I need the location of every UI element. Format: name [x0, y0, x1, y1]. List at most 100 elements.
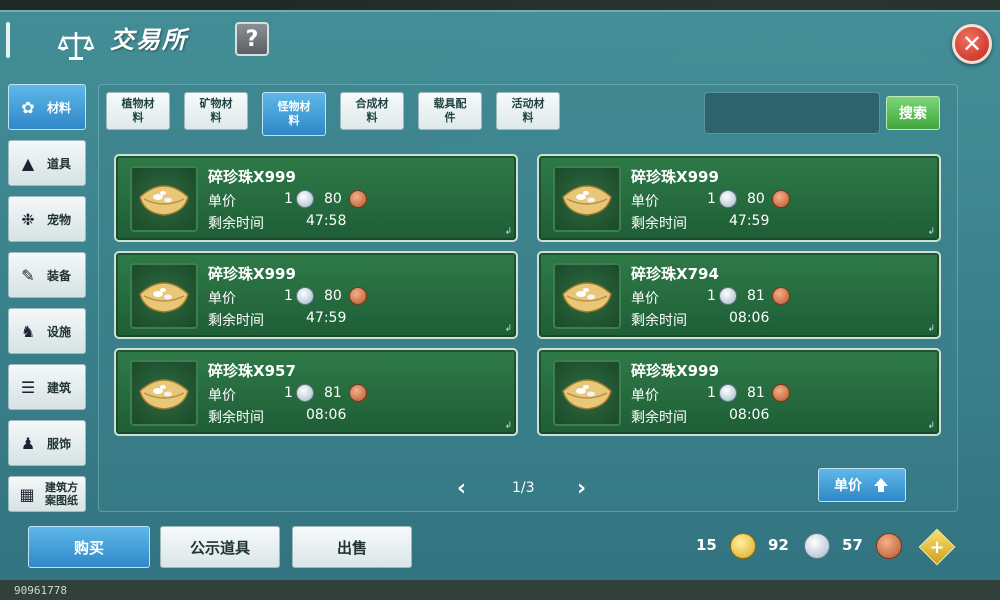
subcategory-tabs: 植物材料 矿物材料 怪物材料 合成材料 载具配件 活动材料	[106, 92, 560, 136]
sidebar-item-materials[interactable]: ✿ 材料	[8, 84, 86, 130]
corner-mark-icon: ↲	[504, 227, 512, 237]
remaining-time: 47:59	[306, 310, 347, 326]
sidebar-item-label: 设施	[47, 324, 72, 339]
window-title: 交易所	[110, 26, 188, 54]
flask-icon: ▲	[21, 153, 35, 173]
gold-coin-icon	[730, 533, 756, 559]
blueprint-icon: ▦	[19, 484, 35, 504]
copper-coin-icon	[349, 384, 367, 402]
unit-price-label: 单价	[631, 291, 659, 307]
prev-page-button[interactable]: ‹	[457, 476, 466, 501]
title-accent-bar	[6, 22, 10, 58]
facility-icon: ♞	[20, 321, 36, 341]
publish-items-button[interactable]: 公示道具	[160, 526, 280, 568]
item-name: 碎珍珠X794	[631, 265, 719, 283]
equipment-icon: ✎	[21, 265, 35, 285]
copper-price: 80	[324, 191, 342, 207]
sell-button[interactable]: 出售	[292, 526, 412, 568]
tab-plant-materials[interactable]: 植物材料	[106, 92, 170, 130]
pearl-fragment-icon	[130, 166, 198, 232]
copper-coin-icon	[772, 287, 790, 305]
pearl-fragment-icon	[553, 360, 621, 426]
remaining-time: 08:06	[306, 407, 347, 423]
listing-card[interactable]: 碎珍珠X999 单价 1 80 剩余时间 47:58 ↲	[114, 154, 518, 242]
corner-mark-icon: ↲	[927, 324, 935, 334]
silver-price: 1	[284, 191, 293, 207]
sidebar-item-label: 服饰	[47, 436, 72, 451]
clothing-icon: ♟	[20, 433, 36, 453]
pearl-fragment-icon	[130, 360, 198, 426]
search-button[interactable]: 搜索	[886, 96, 940, 130]
sidebar-item-blueprint[interactable]: ▦ 建筑方案图纸	[8, 476, 86, 512]
item-name: 碎珍珠X957	[208, 362, 296, 380]
sort-arrow-icon	[874, 478, 888, 492]
tab-monster-materials[interactable]: 怪物材料	[262, 92, 326, 136]
remaining-time-label: 剩余时间	[631, 410, 687, 426]
listing-card[interactable]: 碎珍珠X957 单价 1 81 剩余时间 08:06 ↲	[114, 348, 518, 436]
materials-icon: ✿	[21, 97, 35, 117]
sidebar-item-label: 装备	[47, 268, 72, 283]
listing-card[interactable]: 碎珍珠X794 单价 1 81 剩余时间 08:06 ↲	[537, 251, 941, 339]
sidebar-item-building[interactable]: ☰ 建筑	[8, 364, 86, 410]
sidebar-item-label: 建筑	[47, 380, 72, 395]
remaining-time: 08:06	[729, 310, 770, 326]
tab-vehicle-parts[interactable]: 载具配件	[418, 92, 482, 130]
item-name: 碎珍珠X999	[208, 265, 296, 283]
sidebar-item-facility[interactable]: ♞ 设施	[8, 308, 86, 354]
sidebar-item-label: 宠物	[47, 212, 72, 227]
search-input[interactable]	[704, 92, 880, 134]
copper-coin-icon	[876, 533, 902, 559]
category-sidebar: ✿ 材料 ▲ 道具 ❉ 宠物 ✎ 装备 ♞ 设施 ☰ 建筑 ♟ 服饰 ▦ 建筑方…	[8, 84, 90, 522]
silver-price: 1	[707, 385, 716, 401]
unit-price-label: 单价	[208, 388, 236, 404]
copper-price: 81	[324, 385, 342, 401]
listing-card[interactable]: 碎珍珠X999 单价 1 81 剩余时间 08:06 ↲	[537, 348, 941, 436]
page-indicator: 1/3	[512, 480, 535, 496]
copper-coin-icon	[772, 384, 790, 402]
silver-coin-icon	[296, 384, 314, 402]
silver-price: 1	[707, 191, 716, 207]
building-icon: ☰	[20, 377, 36, 397]
sidebar-item-label: 材料	[47, 100, 72, 115]
sidebar-item-equipment[interactable]: ✎ 装备	[8, 252, 86, 298]
tab-synthetic-materials[interactable]: 合成材料	[340, 92, 404, 130]
sort-by-price-button[interactable]: 单价	[818, 468, 906, 502]
listing-card[interactable]: 碎珍珠X999 单价 1 80 剩余时间 47:59 ↲	[537, 154, 941, 242]
remaining-time-label: 剩余时间	[208, 313, 264, 329]
copper-price: 81	[747, 288, 765, 304]
sort-label: 单价	[834, 478, 862, 494]
unit-price-label: 单价	[631, 388, 659, 404]
item-name: 碎珍珠X999	[208, 168, 296, 186]
pearl-fragment-icon	[553, 263, 621, 329]
sidebar-item-label: 建筑方案图纸	[45, 481, 78, 507]
tab-mineral-materials[interactable]: 矿物材料	[184, 92, 248, 130]
corner-mark-icon: ↲	[504, 324, 512, 334]
sidebar-item-props[interactable]: ▲ 道具	[8, 140, 86, 186]
copper-price: 80	[747, 191, 765, 207]
next-page-button[interactable]: ›	[577, 476, 586, 501]
silver-amount: 92	[768, 536, 789, 554]
scale-icon	[58, 32, 94, 60]
buy-button[interactable]: 购买	[28, 526, 150, 568]
unit-price-label: 单价	[631, 194, 659, 210]
unit-price-label: 单价	[208, 291, 236, 307]
tab-event-materials[interactable]: 活动材料	[496, 92, 560, 130]
pearl-fragment-icon	[553, 166, 621, 232]
sidebar-item-pets[interactable]: ❉ 宠物	[8, 196, 86, 242]
copper-coin-icon	[349, 287, 367, 305]
copper-coin-icon	[772, 190, 790, 208]
silver-coin-icon	[804, 533, 830, 559]
sidebar-item-clothing[interactable]: ♟ 服饰	[8, 420, 86, 466]
close-button[interactable]: ✕	[952, 24, 992, 64]
silver-price: 1	[284, 288, 293, 304]
silver-coin-icon	[719, 384, 737, 402]
sidebar-item-label: 道具	[47, 156, 72, 171]
remaining-time-label: 剩余时间	[631, 216, 687, 232]
help-button[interactable]: ?	[235, 22, 269, 56]
copper-price: 81	[747, 385, 765, 401]
unit-price-label: 单价	[208, 194, 236, 210]
silver-coin-icon	[719, 287, 737, 305]
listing-card[interactable]: 碎珍珠X999 单价 1 80 剩余时间 47:59 ↲	[114, 251, 518, 339]
corner-mark-icon: ↲	[927, 421, 935, 431]
silver-coin-icon	[296, 287, 314, 305]
